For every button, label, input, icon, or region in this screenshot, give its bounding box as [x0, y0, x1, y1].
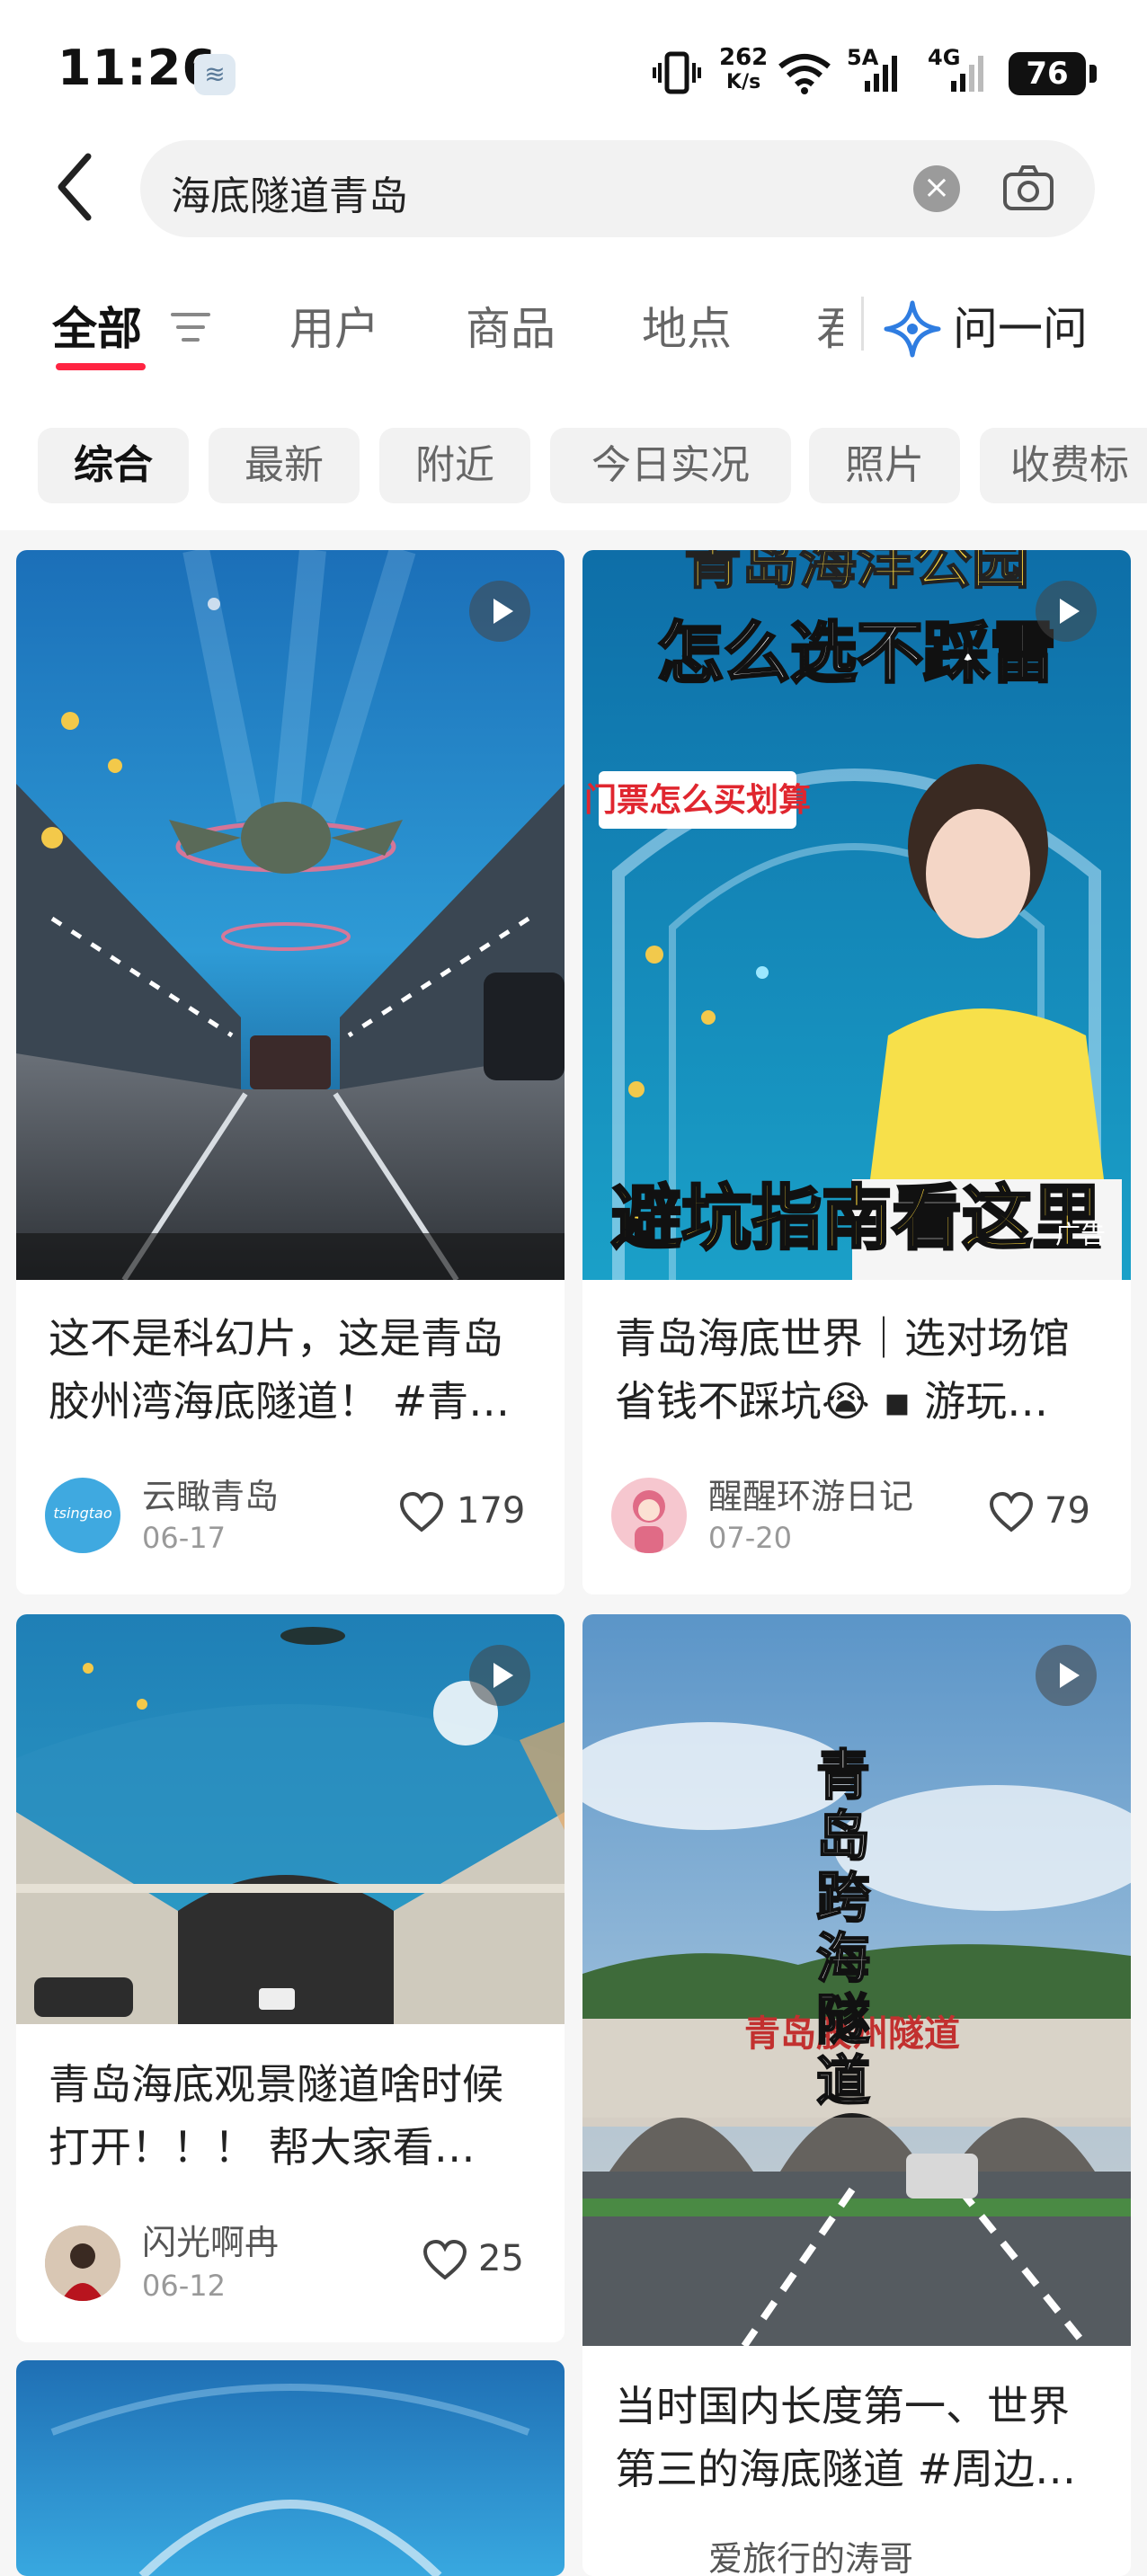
signal-bars-icon-2	[951, 56, 983, 92]
card-title: 当时国内长度第一、世界 第三的海底隧道 #周边…	[615, 2382, 1077, 2493]
card-title: 青岛海底世界｜选对场馆 省钱不踩坑😭 ▪ 游玩…	[615, 1314, 1070, 1426]
svg-text:青岛跨海隧道: 青岛跨海隧道	[816, 1745, 871, 2113]
tab-places[interactable]: 地点	[642, 293, 732, 358]
chip-today-live[interactable]: 今日实况	[550, 428, 791, 503]
note-card[interactable]	[16, 2360, 565, 2576]
heart-icon[interactable]	[989, 1492, 1034, 1533]
note-card[interactable]: 门票怎么买划算 青岛海洋公园 怎么选不踩雷 避坑指南看这里 广告 青岛海底世界｜…	[582, 550, 1131, 1594]
search-bar[interactable]: 海底隧道青岛 ×	[140, 140, 1095, 237]
avatar[interactable]: tsingtao	[45, 1478, 120, 1553]
tab-active-indicator	[56, 363, 146, 370]
note-card[interactable]: 青岛胶州隧道 青岛跨海隧道 当时国内长度第一、世界 第三的海底隧道 #周边… 爱…	[582, 1614, 1131, 2576]
back-arrow-icon[interactable]	[50, 151, 104, 223]
card-title: 青岛海底观景隧道啥时候 打开！！！ 帮大家看…	[49, 2060, 503, 2172]
tab-products[interactable]: 商品	[466, 293, 556, 358]
post-date: 07-20	[708, 1521, 792, 1555]
battery-level: 76	[1009, 52, 1086, 95]
vibrate-icon	[653, 51, 701, 94]
video-play-icon	[469, 581, 530, 642]
video-play-icon	[1036, 1645, 1097, 1706]
card-cover-image: 门票怎么买划算 青岛海洋公园 怎么选不踩雷 避坑指南看这里	[582, 550, 1131, 1280]
video-play-icon	[469, 1645, 530, 1706]
tab-divider	[861, 297, 864, 351]
battery-tip	[1089, 65, 1097, 83]
post-date: 06-17	[142, 1521, 226, 1555]
like-count: 179	[457, 1490, 526, 1532]
tab-partial[interactable]: 君	[816, 293, 843, 358]
svg-text:避坑指南看这里: 避坑指南看这里	[611, 1178, 1102, 1259]
like-count: 25	[478, 2238, 524, 2279]
status-time: 11:26	[58, 40, 217, 96]
video-play-icon	[1036, 581, 1097, 642]
ask-sparkle-icon[interactable]	[883, 293, 942, 365]
tab-users[interactable]: 用户	[289, 293, 379, 358]
avatar[interactable]	[45, 2225, 120, 2301]
card-title: 这不是科幻片，这是青岛 胶州湾海底隧道！ #青…	[49, 1314, 511, 1426]
chip-comprehensive[interactable]: 综合	[38, 428, 189, 503]
notification-app-icon: ≋	[194, 54, 236, 95]
vertical-overlay-text: 青岛跨海隧道	[815, 1744, 872, 2114]
note-card[interactable]: 青岛海底观景隧道啥时候 打开！！！ 帮大家看… 闪光啊冉 06-12 25	[16, 1614, 565, 2342]
svg-text:青岛海洋公园: 青岛海洋公园	[684, 550, 1029, 597]
signal-bars-icon	[865, 56, 897, 92]
heart-icon[interactable]	[422, 2240, 467, 2281]
chip-latest[interactable]: 最新	[209, 428, 360, 503]
chip-fees[interactable]: 收费标	[980, 428, 1147, 503]
author-name[interactable]: 闪光啊冉	[142, 2215, 279, 2264]
search-input[interactable]: 海底隧道青岛	[171, 164, 408, 221]
svg-text:怎么选不踩雷: 怎么选不踩雷	[657, 615, 1056, 692]
card-cover-image	[16, 550, 565, 1280]
wifi-icon	[778, 54, 831, 94]
chip-nearby[interactable]: 附近	[379, 428, 530, 503]
tab-all[interactable]: 全部	[52, 293, 142, 358]
ask-button-label[interactable]: 问一问	[953, 293, 1088, 358]
svg-text:门票怎么买划算: 门票怎么买划算	[584, 782, 811, 819]
author-name[interactable]: 爱旅行的涛哥	[708, 2531, 913, 2576]
network-speed: 262 K/s	[719, 44, 769, 93]
camera-icon[interactable]	[1001, 164, 1055, 214]
ad-label: 广告	[1055, 1220, 1107, 1249]
chip-photos[interactable]: 照片	[809, 428, 960, 503]
status-bar: 11:26 ≋ 262 K/s 5A 4G 76	[0, 0, 1147, 135]
card-cover-image	[16, 2360, 565, 2576]
author-name[interactable]: 云瞰青岛	[142, 1469, 279, 1518]
author-name[interactable]: 醒醒环游日记	[708, 1469, 913, 1518]
header-area: 11:26 ≋ 262 K/s 5A 4G 76 海底隧道青岛 × 全部 用户 …	[0, 0, 1147, 530]
heart-icon[interactable]	[399, 1492, 444, 1533]
note-card[interactable]: 这不是科幻片，这是青岛 胶州湾海底隧道！ #青… tsingtao 云瞰青岛 0…	[16, 550, 565, 1594]
avatar[interactable]	[611, 1478, 687, 1553]
like-count: 79	[1045, 1490, 1090, 1532]
post-date: 06-12	[142, 2269, 226, 2303]
filter-icon[interactable]	[171, 309, 210, 345]
clear-search-icon[interactable]: ×	[913, 165, 960, 212]
